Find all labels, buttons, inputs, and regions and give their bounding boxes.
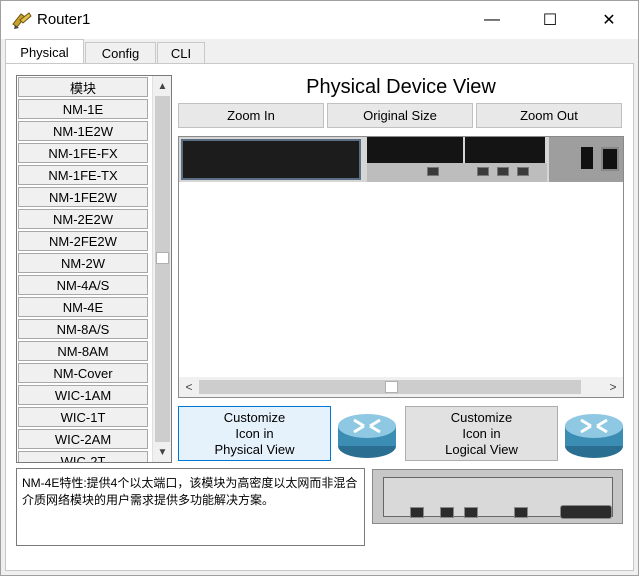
empty-module-slot[interactable] (181, 139, 361, 180)
tab-physical[interactable]: Physical (5, 39, 84, 64)
ethernet-port-icon (514, 507, 528, 518)
scroll-track[interactable] (155, 96, 170, 442)
zoom-in-button[interactable]: Zoom In (178, 103, 324, 128)
list-item[interactable]: NM-1FE-TX (18, 165, 148, 185)
list-item[interactable]: WIC-1AM (18, 385, 148, 405)
list-item[interactable]: NM-8AM (18, 341, 148, 361)
scroll-thumb[interactable] (385, 381, 398, 393)
customize-physical-icon-button[interactable]: Customize Icon in Physical View (178, 406, 331, 461)
onboard-ports (367, 163, 547, 182)
tab-config[interactable]: Config (85, 42, 156, 63)
minimize-icon: — (484, 11, 500, 28)
module-preview-image (372, 469, 623, 524)
device-view-hscrollbar[interactable]: < > (179, 377, 623, 397)
scroll-right-icon[interactable]: > (603, 377, 623, 397)
device-view-canvas[interactable]: < > (178, 136, 624, 398)
module-list-header: 模块 (18, 77, 148, 97)
list-item[interactable]: NM-2FE2W (18, 231, 148, 251)
packet-tracer-icon (12, 12, 32, 29)
list-item[interactable]: NM-1FE-FX (18, 143, 148, 163)
minimize-button[interactable]: — (469, 1, 515, 39)
tab-cli[interactable]: CLI (157, 42, 205, 63)
original-size-button[interactable]: Original Size (327, 103, 473, 128)
list-item[interactable]: NM-Cover (18, 363, 148, 383)
ethernet-port-icon (427, 167, 439, 176)
list-item[interactable]: NM-1E (18, 99, 148, 119)
list-item[interactable]: NM-1FE2W (18, 187, 148, 207)
physical-device-view-title: Physical Device View (306, 76, 496, 98)
list-item[interactable]: WIC-2AM (18, 429, 148, 449)
router-icon (338, 414, 396, 458)
list-item[interactable]: NM-2W (18, 253, 148, 273)
list-item[interactable]: NM-1E2W (18, 121, 148, 141)
router-chassis (179, 137, 623, 182)
module-list-scrollbar[interactable]: ▲ ▼ (152, 76, 171, 462)
ethernet-port-icon (497, 167, 509, 176)
module-slot[interactable] (367, 137, 463, 163)
tab-bar: Physical Config CLI (1, 39, 638, 64)
close-button[interactable]: ✕ (586, 1, 632, 39)
module-board (383, 477, 613, 519)
list-item[interactable]: NM-2E2W (18, 209, 148, 229)
router-icon (565, 414, 623, 458)
module-list: 模块 NM-1E NM-1E2W NM-1FE-FX NM-1FE-TX NM-… (16, 75, 172, 463)
list-item[interactable]: NM-4A/S (18, 275, 148, 295)
scroll-thumb[interactable] (156, 252, 169, 264)
module-slot[interactable] (465, 137, 545, 163)
module-description: NM-4E特性:提供4个以太端口，该模块为高密度以太网而非混合介质网络模块的用户… (16, 468, 365, 546)
maximize-icon: ☐ (542, 12, 558, 29)
module-items: 模块 NM-1E NM-1E2W NM-1FE-FX NM-1FE-TX NM-… (18, 77, 151, 462)
customize-logical-icon-button[interactable]: Customize Icon in Logical View (405, 406, 558, 461)
ethernet-port-icon (517, 167, 529, 176)
ethernet-port-icon (464, 507, 478, 518)
window-title: Router1 (37, 11, 91, 28)
zoom-out-button[interactable]: Zoom Out (476, 103, 622, 128)
scroll-up-icon[interactable]: ▲ (153, 77, 171, 95)
power-socket-icon (601, 147, 619, 171)
maximize-button[interactable]: ☐ (527, 1, 573, 39)
ethernet-port-icon (410, 507, 424, 518)
close-icon: ✕ (602, 12, 616, 29)
scroll-down-icon[interactable]: ▼ (153, 443, 171, 461)
physical-tab-content: 模块 NM-1E NM-1E2W NM-1FE-FX NM-1FE-TX NM-… (5, 63, 634, 571)
scroll-left-icon[interactable]: < (179, 377, 199, 397)
ethernet-port-icon (477, 167, 489, 176)
title-bar: Router1 — ☐ ✕ (1, 1, 638, 39)
list-item[interactable]: NM-8A/S (18, 319, 148, 339)
serial-port-icon (560, 505, 612, 519)
ethernet-port-icon (440, 507, 454, 518)
list-item[interactable]: NM-4E (18, 297, 148, 317)
list-item[interactable]: WIC-1T (18, 407, 148, 427)
power-switch-icon[interactable] (581, 147, 593, 169)
list-item[interactable]: WIC-2T (18, 451, 148, 462)
router-window: Router1 — ☐ ✕ Physical Config CLI 模块 NM-… (0, 0, 639, 576)
